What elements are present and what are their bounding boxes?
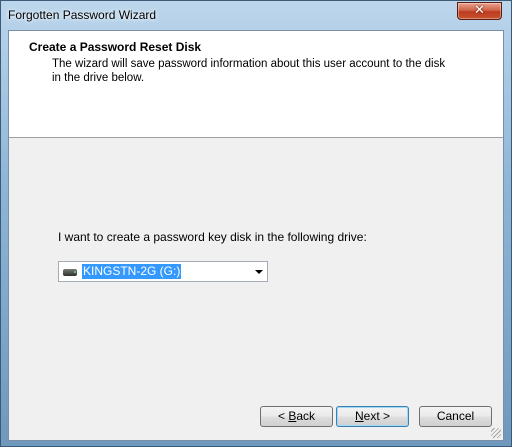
drive-select[interactable]: KINGSTN-2G (G:) (58, 261, 268, 282)
header-panel: Create a Password Reset Disk The wizard … (9, 31, 503, 138)
cancel-button-label: Cancel (436, 409, 475, 423)
page-title: Create a Password Reset Disk (29, 40, 202, 54)
back-button[interactable]: < Back (260, 406, 333, 427)
cancel-button[interactable]: Cancel (419, 406, 492, 427)
drive-prompt-label: I want to create a password key disk in … (58, 230, 367, 244)
wizard-window: Forgotten Password Wizard ✕ Create a Pas… (0, 0, 512, 447)
page-description: The wizard will save password informatio… (52, 58, 446, 84)
wizard-client-area: Create a Password Reset Disk The wizard … (8, 30, 504, 441)
title-bar[interactable]: Forgotten Password Wizard ✕ (1, 1, 511, 29)
back-button-label-rest: ack (296, 409, 316, 423)
drive-select-value: KINGSTN-2G (G:) (82, 264, 182, 279)
chevron-down-icon[interactable] (255, 270, 263, 274)
next-button-mnemonic: N (354, 409, 364, 423)
drive-prompt-text: I want to create a password key disk in … (58, 230, 367, 244)
close-button[interactable]: ✕ (457, 2, 502, 20)
window-title: Forgotten Password Wizard (8, 8, 157, 22)
close-icon: ✕ (474, 3, 485, 18)
usb-drive-icon (63, 269, 77, 276)
resize-grip[interactable] (491, 428, 501, 438)
back-button-arrow: < (277, 409, 289, 423)
next-button[interactable]: Next > (336, 406, 409, 427)
next-button-label-rest: ext > (363, 409, 391, 423)
